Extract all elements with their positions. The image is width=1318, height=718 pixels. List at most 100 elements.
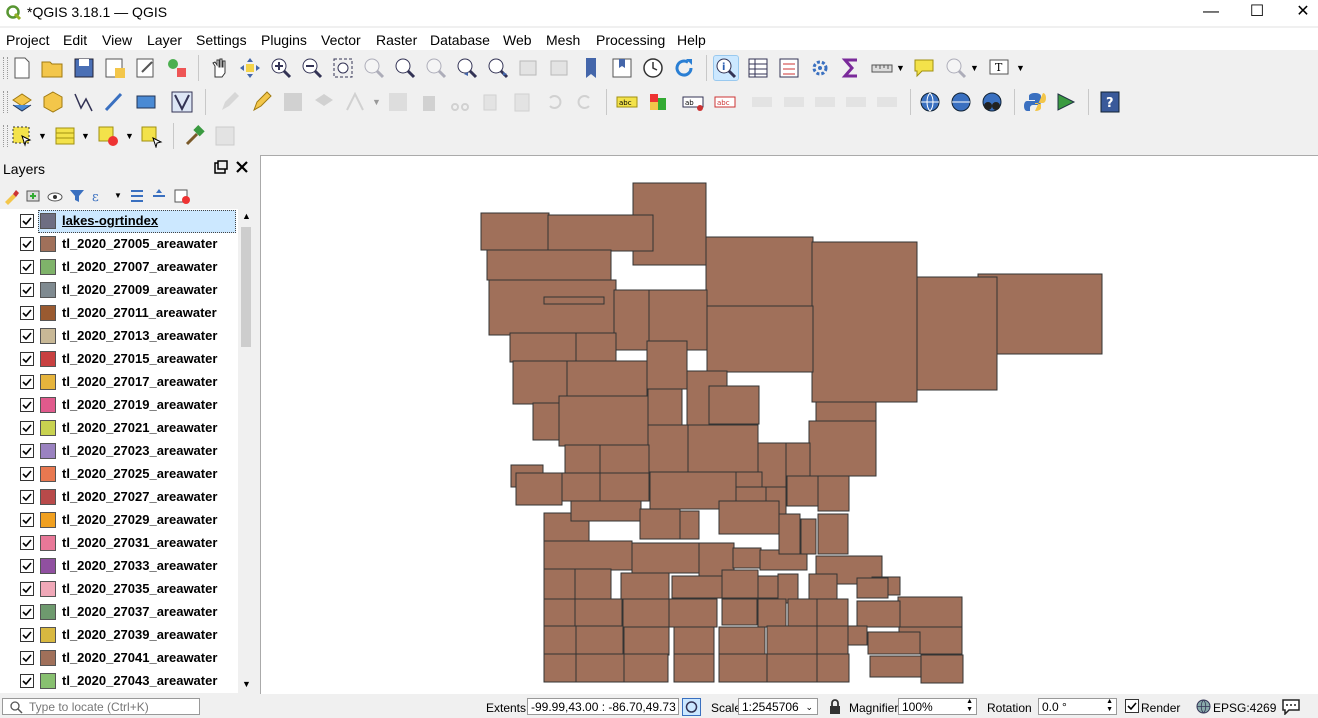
expand-all-icon[interactable] — [128, 187, 146, 205]
redo-icon[interactable] — [573, 90, 597, 114]
highlight-pinned-labels-icon[interactable]: ab — [681, 90, 705, 114]
new-print-layout-icon[interactable] — [103, 56, 127, 80]
layer-visibility-checkbox[interactable] — [20, 283, 34, 297]
layer-symbol-swatch[interactable] — [40, 535, 56, 551]
add-database-layer-icon[interactable] — [134, 90, 158, 114]
scrollbar-thumb[interactable] — [241, 227, 251, 347]
show-bookmarks-icon[interactable] — [610, 56, 634, 80]
python-console-icon[interactable] — [1023, 90, 1047, 114]
locator-search-input[interactable]: Type to locate (Ctrl+K) — [2, 698, 200, 715]
layer-symbol-swatch[interactable] — [40, 627, 56, 643]
layer-row[interactable]: tl_2020_27027_areawater — [0, 486, 238, 509]
pin-unpin-labels-icon[interactable]: abc — [713, 90, 737, 114]
temporal-controller-icon[interactable] — [641, 56, 665, 80]
scale-combobox[interactable]: 1:2545706 ⌄ — [738, 698, 818, 715]
layer-row[interactable]: tl_2020_27011_areawater — [0, 302, 238, 325]
menu-web[interactable]: Web — [503, 32, 532, 48]
add-wms-layer-icon[interactable] — [918, 90, 942, 114]
layer-row[interactable]: tl_2020_27037_areawater — [0, 601, 238, 624]
show-hide-labels-icon[interactable] — [750, 90, 774, 114]
toolbar-grip[interactable] — [3, 57, 8, 79]
layer-row[interactable]: tl_2020_27007_areawater — [0, 256, 238, 279]
change-label-icon[interactable] — [844, 90, 868, 114]
pan-to-selection-icon[interactable] — [238, 56, 262, 80]
open-layer-styling-icon[interactable] — [2, 187, 20, 205]
copy-features-icon[interactable] — [479, 90, 503, 114]
layer-symbol-swatch[interactable] — [40, 282, 56, 298]
select-dropdown-arrow[interactable]: ▼ — [38, 131, 47, 141]
menu-layer[interactable]: Layer — [147, 32, 182, 48]
open-project-icon[interactable] — [40, 56, 64, 80]
data-source-manager-icon[interactable] — [10, 90, 34, 114]
zoom-to-selection-icon[interactable] — [362, 56, 386, 80]
maximize-button[interactable]: ☐ — [1234, 0, 1280, 26]
style-manager-icon[interactable] — [165, 56, 189, 80]
label-properties-icon[interactable] — [875, 90, 899, 114]
modify-attributes-icon[interactable] — [386, 90, 410, 114]
zoom-out-icon[interactable] — [300, 56, 324, 80]
open-field-calculator-icon[interactable] — [139, 124, 163, 148]
new-spatial-bookmark-icon[interactable] — [580, 56, 604, 80]
measure-dropdown-arrow[interactable]: ▼ — [896, 63, 905, 73]
undo-icon[interactable] — [542, 90, 566, 114]
layer-symbol-swatch[interactable] — [40, 489, 56, 505]
layer-row[interactable]: tl_2020_27043_areawater — [0, 670, 238, 693]
layer-visibility-checkbox[interactable] — [20, 352, 34, 366]
collapse-all-icon[interactable] — [150, 187, 168, 205]
layer-visibility-checkbox[interactable] — [20, 651, 34, 665]
layer-row[interactable]: tl_2020_27041_areawater — [0, 647, 238, 670]
manage-map-themes-icon[interactable] — [46, 187, 64, 205]
zoom-full-icon[interactable] — [331, 56, 355, 80]
tool-hammer-icon[interactable] — [183, 124, 207, 148]
measure-line-icon[interactable] — [870, 56, 894, 80]
minimize-button[interactable]: — — [1188, 0, 1234, 26]
close-window-button[interactable]: ✕ — [1280, 0, 1318, 26]
layer-symbol-swatch[interactable] — [40, 512, 56, 528]
layout-manager-icon[interactable] — [134, 56, 158, 80]
digitize-vertex-icon[interactable] — [170, 90, 194, 114]
rotation-stepper[interactable]: ▲ ▼ — [1106, 699, 1113, 714]
save-layer-edits-icon[interactable] — [281, 90, 305, 114]
layer-symbol-swatch[interactable] — [40, 443, 56, 459]
layer-visibility-checkbox[interactable] — [20, 605, 34, 619]
tool-table-icon[interactable] — [213, 124, 237, 148]
zoom-next-icon[interactable] — [486, 56, 510, 80]
layer-row[interactable]: tl_2020_27005_areawater — [0, 233, 238, 256]
layer-row[interactable]: tl_2020_27019_areawater — [0, 394, 238, 417]
zoom-to-layer-icon[interactable] — [393, 56, 417, 80]
layer-symbol-swatch[interactable] — [40, 236, 56, 252]
layer-symbol-swatch[interactable] — [40, 650, 56, 666]
vertex-tool-icon[interactable] — [343, 90, 367, 114]
crs-globe-icon[interactable] — [1196, 699, 1211, 714]
text-dropdown-arrow[interactable]: ▼ — [1016, 63, 1025, 73]
menu-edit[interactable]: Edit — [63, 32, 87, 48]
layer-visibility-checkbox[interactable] — [20, 628, 34, 642]
menu-plugins[interactable]: Plugins — [261, 32, 307, 48]
layer-visibility-checkbox[interactable] — [20, 421, 34, 435]
remove-layer-icon[interactable] — [173, 187, 191, 205]
layer-row[interactable]: tl_2020_27015_areawater — [0, 348, 238, 371]
filter-by-expression-icon[interactable]: ε — [90, 187, 108, 205]
magnifier-spinbox[interactable]: 100% ▲ ▼ — [898, 698, 977, 715]
layer-symbol-swatch[interactable] — [40, 351, 56, 367]
help-contents-icon[interactable]: ? — [1098, 90, 1122, 114]
toolbar-grip[interactable] — [3, 125, 8, 147]
layer-visibility-checkbox[interactable] — [20, 444, 34, 458]
layers-tree[interactable]: lakes-ogrtindex tl_2020_27005_areawater tl… — [0, 209, 238, 693]
move-label-icon[interactable] — [782, 90, 806, 114]
layer-row[interactable]: tl_2020_27029_areawater — [0, 509, 238, 532]
layer-row[interactable]: tl_2020_27033_areawater — [0, 555, 238, 578]
plugin-geoprocessing-icon[interactable] — [1054, 90, 1078, 114]
layer-visibility-checkbox[interactable] — [20, 375, 34, 389]
layer-symbol-swatch[interactable] — [40, 558, 56, 574]
field-calculator-icon[interactable] — [777, 56, 801, 80]
messages-icon[interactable] — [1282, 698, 1300, 715]
layer-row[interactable]: tl_2020_27013_areawater — [0, 325, 238, 348]
toggle-extents-icon[interactable] — [682, 698, 701, 716]
select-by-value-dropdown-arrow[interactable]: ▼ — [81, 131, 90, 141]
map-tips-icon[interactable] — [912, 56, 936, 80]
layer-visibility-checkbox[interactable] — [20, 237, 34, 251]
identify-features-icon[interactable]: i — [713, 55, 739, 81]
deselect-features-icon[interactable] — [96, 124, 120, 148]
select-features-icon[interactable] — [10, 124, 34, 148]
